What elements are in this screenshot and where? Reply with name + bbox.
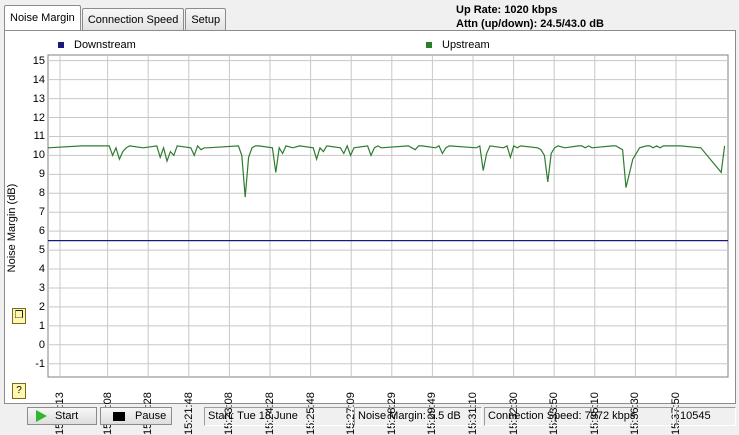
- status-connection-speed: Connection Speed: 7972 kbps: [484, 407, 674, 426]
- status-count: 10545: [676, 407, 736, 426]
- help-icon[interactable]: ?: [12, 383, 26, 399]
- status-bar: Start Pause Start: Tue 18 June Noise Mar…: [0, 405, 739, 428]
- noise-margin-panel: Downstream Upstream Noise Margin (dB) 15…: [4, 30, 736, 435]
- attenuation-text: Attn (up/down): 24.5/43.0 dB: [456, 18, 604, 30]
- up-rate-text: Up Rate: 1020 kbps: [456, 4, 558, 16]
- status-noise-margin: Noise Margin: 5.5 dB: [354, 407, 482, 426]
- pause-button[interactable]: Pause: [100, 407, 172, 425]
- pause-button-label: Pause: [135, 410, 167, 422]
- plot-area: [47, 54, 729, 378]
- play-icon: [36, 410, 47, 422]
- rate-info: Up Rate: 1020 kbps Attn (up/down): 24.5/…: [456, 3, 604, 31]
- noise-margin-chart: [47, 54, 729, 378]
- tab-setup[interactable]: Setup: [185, 8, 227, 30]
- start-button-label: Start: [55, 410, 79, 422]
- tab-bar: Noise Margin Connection Speed Setup: [4, 5, 227, 30]
- start-button[interactable]: Start: [27, 407, 97, 425]
- stop-icon: [113, 411, 125, 421]
- status-start-date: Start: Tue 18 June: [204, 407, 352, 426]
- copy-icon[interactable]: ❐: [12, 308, 26, 324]
- tab-connection-speed[interactable]: Connection Speed: [81, 8, 185, 30]
- tab-noise-margin[interactable]: Noise Margin: [4, 5, 81, 30]
